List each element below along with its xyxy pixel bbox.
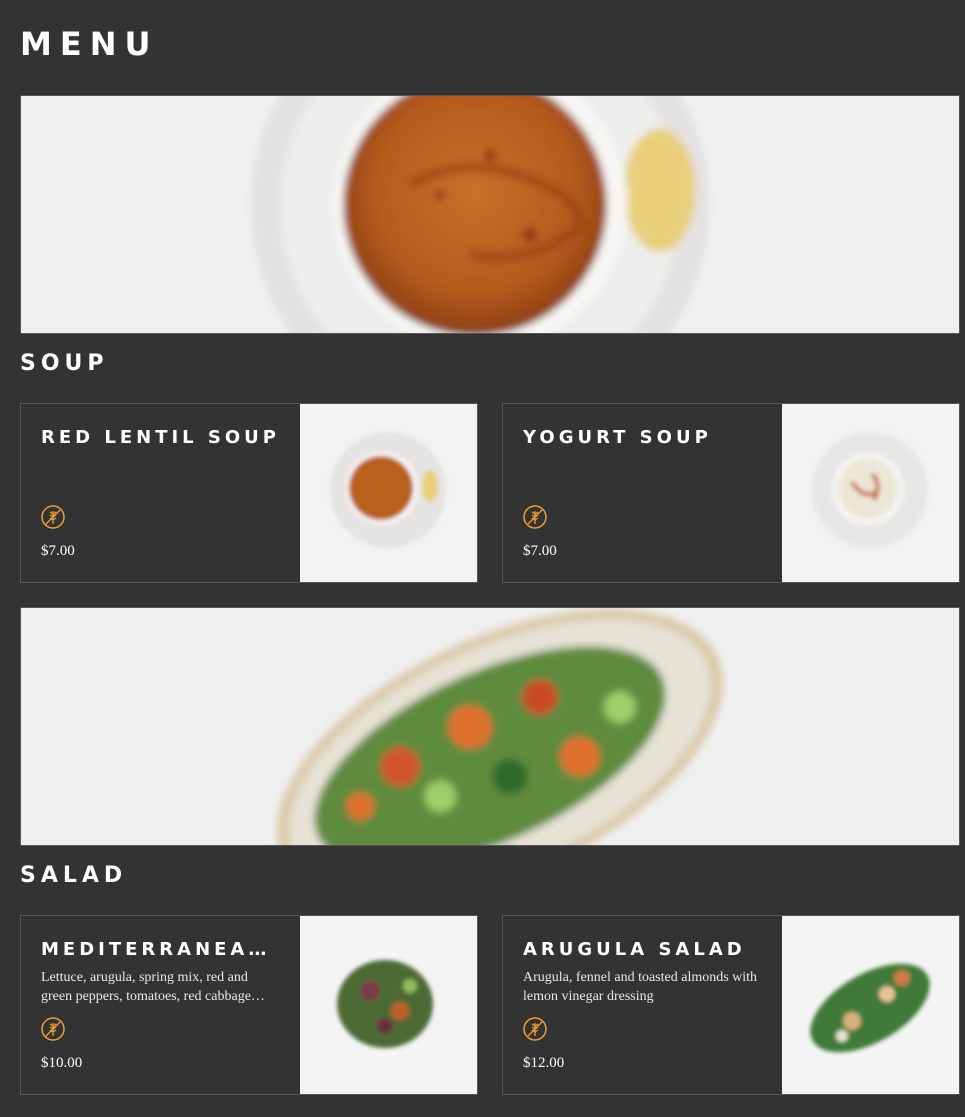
section-title-soup: SOUP: [20, 351, 109, 376]
menu-item-price: $12.00: [523, 1055, 565, 1071]
menu-item-price: $7.00: [523, 543, 557, 559]
menu-item-description: [41, 456, 280, 494]
salad-hero-image: [20, 607, 960, 846]
menu-item-name[interactable]: YOGURT SOUP: [523, 426, 762, 450]
menu-item-card[interactable]: ARUGULA SALAD Arugula, fennel and toaste…: [502, 915, 960, 1095]
soup-hero-image: [20, 95, 960, 334]
menu-item-card[interactable]: MEDITERRANEAN … Lettuce, arugula, spring…: [20, 915, 478, 1095]
gluten-free-wheat-icon: [523, 1017, 547, 1041]
menu-item-image[interactable]: [300, 916, 477, 1094]
page-title: MENU: [20, 25, 159, 63]
menu-item-card[interactable]: RED LENTIL SOUP $7.00: [20, 403, 478, 583]
menu-item-image[interactable]: [782, 404, 959, 582]
menu-item-image[interactable]: [300, 404, 477, 582]
menu-item-name[interactable]: RED LENTIL SOUP: [41, 426, 280, 450]
menu-item-card[interactable]: YOGURT SOUP $7.00: [502, 403, 960, 583]
menu-item-name[interactable]: MEDITERRANEAN …: [41, 938, 280, 962]
gluten-free-wheat-icon: [523, 505, 547, 529]
menu-item-description: [523, 456, 762, 494]
menu-item-description: Lettuce, arugula, spring mix, red and gr…: [41, 970, 265, 1004]
menu-item-image[interactable]: [782, 916, 959, 1094]
gluten-free-wheat-icon: [41, 505, 65, 529]
menu-item-description: Arugula, fennel and toasted almonds with…: [523, 970, 758, 1004]
menu-item-name[interactable]: ARUGULA SALAD: [523, 938, 762, 962]
section-title-salad: SALAD: [20, 863, 128, 888]
menu-item-price: $10.00: [41, 1055, 83, 1071]
gluten-free-wheat-icon: [41, 1017, 65, 1041]
menu-item-price: $7.00: [41, 543, 75, 559]
